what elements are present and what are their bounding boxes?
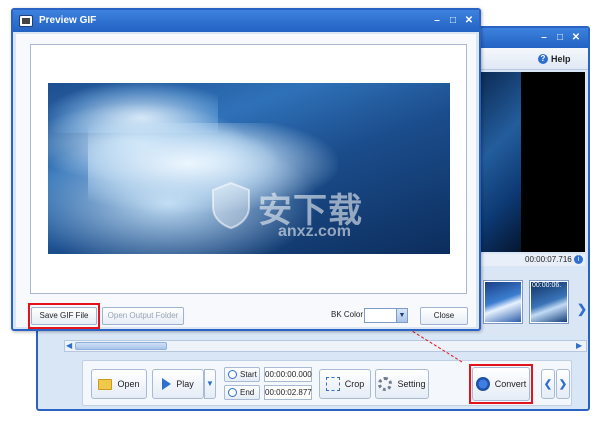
shield-watermark-icon: [212, 181, 250, 229]
preview-titlebar[interactable]: Preview GIF – □ ✕: [13, 10, 479, 32]
bk-color-dropdown[interactable]: ▼: [364, 308, 408, 323]
gif-preview-image: 安下载 anxz.com: [48, 83, 450, 254]
close-button[interactable]: Close: [420, 307, 468, 325]
chevron-down-icon[interactable]: ▼: [396, 309, 407, 322]
bk-color-label: BK Color: [331, 310, 364, 319]
clapperboard-icon: [19, 15, 33, 27]
window-title: Preview GIF: [39, 15, 97, 26]
gif-canvas: 安下载 anxz.com: [30, 44, 467, 294]
open-output-folder-button[interactable]: Open Output Folder: [102, 307, 184, 325]
save-highlight-box: [28, 303, 100, 329]
maximize-icon[interactable]: □: [447, 15, 459, 27]
close-icon[interactable]: ✕: [463, 15, 475, 27]
preview-body: 安下载 anxz.com Save GIF File Open Output F…: [16, 34, 476, 329]
preview-gif-window: Preview GIF – □ ✕ 安下载 anxz.com Save GIF …: [11, 8, 481, 331]
watermark-url: anxz.com: [278, 223, 351, 240]
annotation-arrow-line: [403, 325, 463, 363]
minimize-icon[interactable]: –: [431, 15, 443, 27]
